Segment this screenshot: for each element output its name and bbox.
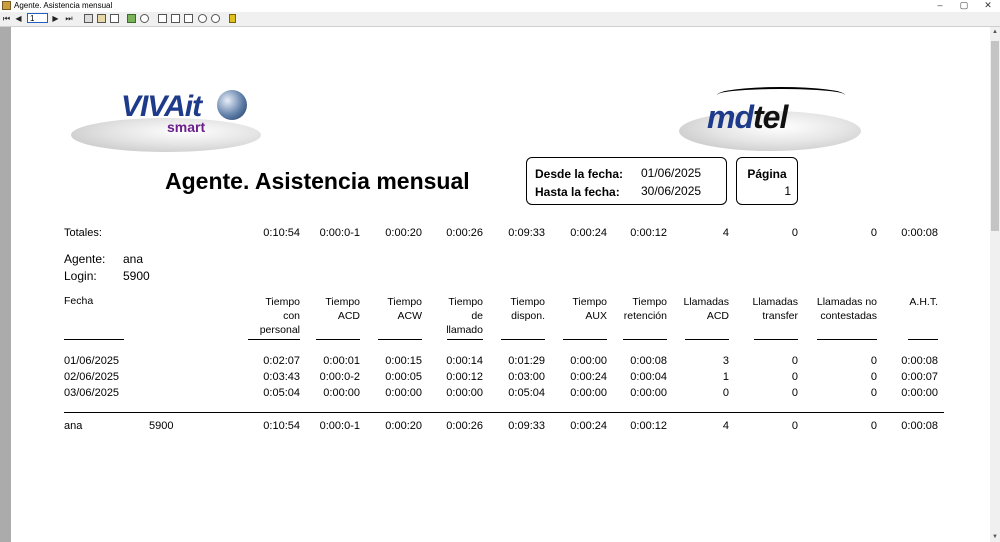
report-viewport: VIVAit smart mdtel Agente. Asistencia me… [0, 27, 990, 542]
column-header-underline [623, 339, 667, 340]
page-number-input[interactable]: 1 [27, 13, 48, 23]
refresh-icon[interactable] [140, 14, 149, 23]
column-header: Llamadas transfer [708, 295, 798, 323]
close-button[interactable]: ✕ [974, 0, 1000, 12]
row-fecha: 02/06/2025 [64, 371, 120, 383]
row-cell: 0:00:08 [901, 355, 938, 367]
copy-icon[interactable] [110, 14, 119, 23]
desde-value: 01/06/2025 [641, 166, 702, 180]
mdtel-logo: mdtel [679, 85, 861, 151]
column-header-line: llamado [446, 324, 483, 336]
totales-cell: 0:00:08 [901, 227, 938, 239]
column-header: A.H.T. [848, 295, 938, 309]
vertical-scrollbar[interactable]: ▲ ▼ [990, 27, 1000, 542]
column-header-underline [685, 339, 729, 340]
login-label: Login: [64, 269, 97, 283]
exit-icon[interactable] [229, 14, 236, 23]
next-page-icon[interactable]: ▶ [51, 13, 60, 24]
column-header-line: transfer [762, 310, 798, 322]
pagina-value: 1 [784, 184, 791, 198]
summary-login: 5900 [149, 420, 174, 432]
globe-icon [217, 90, 247, 120]
scroll-thumb[interactable] [991, 41, 999, 231]
save-icon[interactable] [97, 14, 106, 23]
mdtel-logo-pre: md [707, 99, 754, 135]
row-cell: 0 [791, 371, 798, 383]
zoom-in-icon[interactable] [211, 14, 220, 23]
scroll-up-icon[interactable]: ▲ [990, 27, 1000, 37]
fecha-header: Fecha [64, 295, 94, 307]
column-header-underline [501, 339, 545, 340]
row-cell: 0:00:07 [901, 371, 938, 383]
column-header-underline [908, 339, 938, 340]
mdtel-logo-post: tel [753, 99, 788, 135]
row-cell: 3 [722, 355, 729, 367]
export-icon[interactable] [127, 14, 136, 23]
date-range-box: Desde la fecha: 01/06/2025 Hasta la fech… [526, 157, 727, 205]
totales-label: Totales: [64, 227, 102, 239]
window-title: Agente. Asistencia mensual [14, 1, 113, 10]
agente-label: Agente: [64, 252, 106, 266]
window-titlebar: Agente. Asistencia mensual – ▢ ✕ [0, 0, 1000, 12]
summary-cell: 0:00:08 [901, 420, 938, 432]
column-header-line: Llamadas [752, 296, 798, 308]
prev-page-icon[interactable]: ◀ [14, 13, 23, 24]
report-page: VIVAit smart mdtel Agente. Asistencia me… [11, 27, 990, 542]
page-view-icon[interactable] [158, 14, 167, 23]
page-box: Página 1 [736, 157, 798, 205]
row-fecha: 01/06/2025 [64, 355, 120, 367]
desde-label: Desde la fecha: [535, 167, 624, 181]
vivait-logo-subtext: smart [167, 119, 206, 135]
column-header-underline [447, 339, 483, 340]
report-toolbar: ⏮ ◀ 1 ▶ ⏭ [0, 12, 1000, 27]
row-cell: 1 [722, 371, 729, 383]
column-header-underline [754, 339, 798, 340]
column-header-line: A.H.T. [909, 296, 938, 308]
page-width-icon[interactable] [171, 14, 180, 23]
hasta-value: 30/06/2025 [641, 184, 702, 198]
row-cell: 0:00:00 [901, 387, 938, 399]
pagina-label: Página [747, 167, 787, 181]
vivait-logo: VIVAit smart [71, 82, 261, 152]
column-header-underline [817, 339, 877, 340]
column-header-line: contestadas [820, 310, 877, 322]
column-header-underline [563, 339, 607, 340]
row-fecha: 03/06/2025 [64, 387, 120, 399]
first-page-icon[interactable]: ⏮ [2, 13, 11, 24]
totales-cell: 0 [791, 227, 798, 239]
row-cell: 0 [722, 387, 729, 399]
mdtel-logo-text: mdtel [707, 99, 788, 136]
column-header-underline [248, 339, 300, 340]
app-icon [2, 1, 11, 10]
zoom-out-icon[interactable] [198, 14, 207, 23]
summary-cell: 0 [791, 420, 798, 432]
report-title: Agente. Asistencia mensual [165, 168, 470, 194]
login-value: 5900 [123, 269, 150, 283]
row-cell: 0 [791, 387, 798, 399]
summary-agent: ana [64, 420, 83, 432]
last-page-icon[interactable]: ⏭ [64, 13, 74, 24]
fecha-header-underline [64, 339, 124, 340]
totales-cell: 4 [722, 227, 729, 239]
column-header-underline [378, 339, 422, 340]
hasta-label: Hasta la fecha: [535, 185, 620, 199]
column-header-line: personal [259, 324, 300, 336]
agente-value: ana [123, 252, 144, 266]
row-cell: 0 [791, 355, 798, 367]
scroll-down-icon[interactable]: ▼ [990, 532, 1000, 542]
column-header-underline [316, 339, 360, 340]
summary-separator [64, 412, 944, 413]
print-icon[interactable] [84, 14, 93, 23]
summary-cell: 4 [722, 420, 729, 432]
whole-page-icon[interactable] [184, 14, 193, 23]
